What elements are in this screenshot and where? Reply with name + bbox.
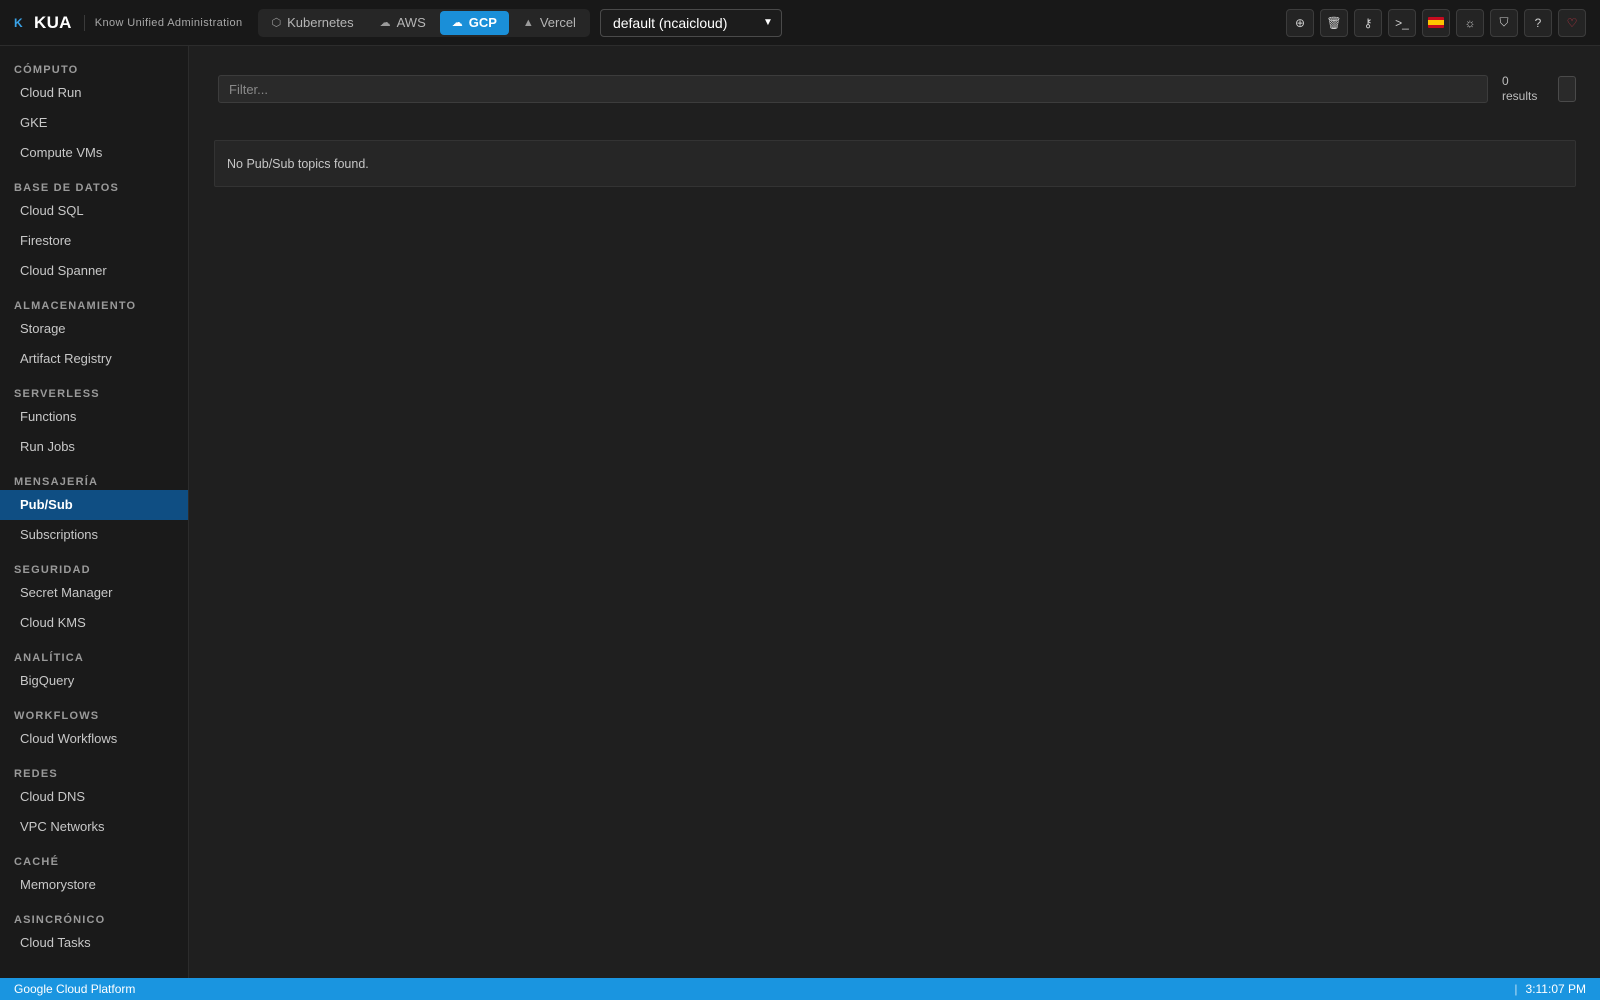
status-time: 3:11:07 PM — [1525, 982, 1586, 996]
sidebar-item-secret-manager[interactable]: Secret Manager — [0, 578, 188, 608]
empty-state-panel: No Pub/Sub topics found. — [214, 140, 1576, 187]
sidebar-section-title: REDES — [14, 768, 58, 780]
sidebar-item-memorystore[interactable]: Memorystore — [0, 870, 188, 900]
tab-label: GCP — [468, 15, 497, 30]
chevron-down-icon: ▼ — [763, 17, 773, 28]
tab-vercel[interactable]: ▲ Vercel — [511, 11, 588, 35]
project-select[interactable]: default (ncaicloud) ▼ — [599, 8, 782, 37]
top-bar: K KUA Know Unified Administration ⬡ Kuber… — [0, 0, 1600, 46]
triangle-icon: ▲ — [522, 16, 534, 29]
sun-button[interactable]: ☼ — [1456, 8, 1484, 37]
sidebar-section-title: WORKFLOWS — [14, 710, 100, 722]
brand-subtitle: Know Unified Administration — [94, 16, 243, 29]
refresh-button[interactable] — [1558, 76, 1576, 102]
sidebar-item-pub-sub[interactable]: Pub/Sub — [0, 490, 188, 520]
help-button[interactable]: ? — [1524, 8, 1552, 37]
brand[interactable]: K KUA Know Unified Administration — [0, 0, 243, 45]
sidebar-item-artifact-registry[interactable]: Artifact Registry — [0, 344, 188, 374]
sidebar-section-title: SERVERLESS — [14, 388, 100, 400]
sidebar-section-title: ASINCRÓNICO — [14, 914, 106, 926]
sidebar-item-bigquery[interactable]: BigQuery — [0, 666, 188, 696]
sidebar-section-title: CÓMPUTO — [14, 64, 79, 76]
sidebar-item-run-jobs[interactable]: Run Jobs — [0, 432, 188, 462]
sidebar-item-cloud-sql[interactable]: Cloud SQL — [0, 196, 188, 226]
sidebar-item-compute-vms[interactable]: Compute VMs — [0, 138, 188, 168]
sidebar-item-cloud-run[interactable]: Cloud Run — [0, 78, 188, 108]
tab-gcp[interactable]: ☁ GCP — [439, 10, 509, 35]
trash-button[interactable]: 🗑 — [1320, 8, 1348, 37]
sidebar: CÓMPUTO Cloud Run GKE Compute VMs BASE DE DA… — [0, 46, 189, 978]
key-icon: ⚷ — [1363, 15, 1373, 30]
sidebar-item-gke[interactable]: GKE — [0, 108, 188, 138]
empty-message: No Pub/Sub topics found. — [227, 156, 369, 171]
cube-icon: ⬡ — [271, 17, 282, 29]
sidebar-item-vpc-networks[interactable]: VPC Networks — [0, 812, 188, 842]
sidebar-item-subscriptions[interactable]: Subscriptions — [0, 520, 188, 550]
sidebar-item-cloud-tasks[interactable]: Cloud Tasks — [0, 928, 188, 958]
filter-input[interactable] — [218, 75, 1488, 103]
cloud-icon: ☁ — [379, 17, 391, 29]
sidebar-item-functions[interactable]: Functions — [0, 402, 188, 432]
results-label: results — [1502, 89, 1538, 103]
sidebar-section-title: MENSAJERÍA — [14, 476, 99, 488]
brand-name: KUA — [34, 12, 72, 32]
filter-row: 0 results — [218, 74, 1576, 104]
sun-icon: ☼ — [1464, 15, 1476, 30]
sidebar-item-storage[interactable]: Storage — [0, 314, 188, 344]
tab-label: Vercel — [539, 15, 576, 30]
add-icon: ⊕ — [1294, 15, 1306, 30]
results-count: 0 results — [1502, 74, 1542, 104]
sidebar-section-title: CACHÉ — [14, 856, 60, 868]
main-content: 0 results No Pub/Sub topics found. — [190, 46, 1600, 978]
results-number: 0 — [1502, 74, 1509, 88]
status-bar: Google Cloud Platform | 3:11:07 PM — [0, 978, 1600, 1000]
project-select-value: default (ncaicloud) — [612, 14, 728, 31]
tab-kubernetes[interactable]: ⬡ Kubernetes — [260, 11, 366, 35]
heart-button[interactable]: ♡ — [1558, 8, 1586, 37]
kua-logo-icon: K — [14, 15, 23, 30]
sidebar-section-title: ANALÍTICA — [14, 652, 85, 664]
sidebar-item-cloud-dns[interactable]: Cloud DNS — [0, 782, 188, 812]
sidebar-item-cloud-spanner[interactable]: Cloud Spanner — [0, 256, 188, 286]
toolbar: ⊕ 🗑 ⚷ >_ ☼ ⛉? ♡ — [1286, 8, 1600, 37]
spain-flag-button[interactable] — [1422, 8, 1450, 37]
shield-icon: ⛉ — [1499, 15, 1509, 29]
terminal-button[interactable]: >_ — [1388, 8, 1416, 37]
add-button[interactable]: ⊕ — [1286, 8, 1314, 37]
sidebar-section-title: SEGURIDAD — [14, 564, 91, 576]
sidebar-item-cloud-workflows[interactable]: Cloud Workflows — [0, 724, 188, 754]
spain-flag-icon — [1428, 17, 1444, 28]
terminal-icon: >_ — [1395, 15, 1409, 30]
sidebar-item-firestore[interactable]: Firestore — [0, 226, 188, 256]
status-separator: | — [1514, 982, 1518, 996]
shield-button[interactable]: ⛉ — [1490, 8, 1518, 37]
brand-divider — [83, 14, 85, 31]
trash-icon: 🗑 — [1326, 15, 1342, 30]
tab-label: Kubernetes — [287, 15, 354, 30]
help-icon: ? — [1534, 15, 1542, 30]
sidebar-section-title: BASE DE DATOS — [14, 182, 120, 194]
status-platform: Google Cloud Platform — [14, 982, 136, 996]
tab-aws[interactable]: ☁ AWS — [368, 11, 438, 35]
key-button[interactable]: ⚷ — [1354, 8, 1382, 37]
heart-icon: ♡ — [1566, 15, 1578, 30]
sidebar-item-cloud-kms[interactable]: Cloud KMS — [0, 608, 188, 638]
tab-label: AWS — [396, 15, 426, 30]
sidebar-section-title: ALMACENAMIENTO — [14, 300, 137, 312]
provider-tabs: ⬡ Kubernetes ☁ AWS ☁ GCP ▲ Vercel — [257, 8, 590, 37]
cloud-upload-icon: ☁ — [451, 17, 463, 29]
